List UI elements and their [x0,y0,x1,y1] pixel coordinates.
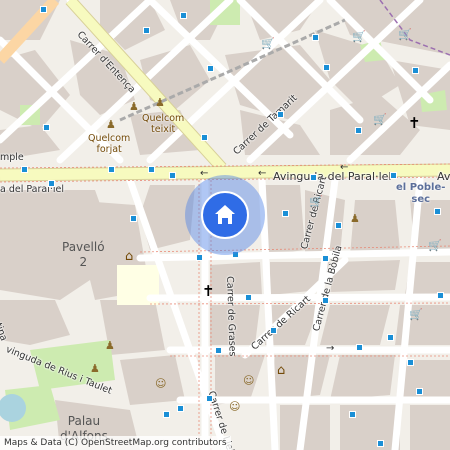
bus-stop-icon [335,222,342,229]
bus-stop-icon [356,344,363,351]
artwork-icon: ♟ [155,96,165,109]
cart-icon: 🛒 [428,239,442,252]
bus-stop-icon [270,327,277,334]
bus-stop-icon [196,254,203,261]
street-label-parallel-right: Av [437,170,450,183]
location-marker[interactable] [201,191,249,239]
artwork-icon: ♟ [129,100,139,113]
bus-stop-icon [206,395,213,402]
bus-stop-icon [108,166,115,173]
bus-stop-icon [322,297,329,304]
museum-icon: ⌂ [125,249,134,264]
bus-stop-icon [177,405,184,412]
bus-stop-icon [43,124,50,131]
poi-label-quelcom-forjat: Quelcom forjat [88,133,131,155]
bus-stop-icon [437,292,444,299]
poi-label-quelcom-teixit: Quelcom teixit [142,113,185,135]
district-label-poble-sec: el Poble- sec [396,182,446,205]
oneway-arrow-icon: ← [258,168,267,179]
cart-icon: 🛒 [373,113,387,126]
church-icon: ✝ [202,282,215,300]
place-label-pavello: Pavelló 2 [62,240,105,269]
theatre-icon: ☺ [229,400,241,413]
cart-icon: 🛒 [398,28,412,41]
bus-stop-icon [412,67,419,74]
oneway-arrow-icon: ← [200,168,209,179]
oneway-arrow-icon: ← [340,162,349,173]
bus-stop-icon [215,347,222,354]
bus-stop-icon [322,255,329,262]
artwork-icon: ♟ [350,212,360,225]
bus-stop-icon [282,210,289,217]
map-attribution[interactable]: Maps & Data (C) OpenStreetMap.org contri… [0,436,231,450]
bus-stop-icon [148,166,155,173]
theatre-icon: ☺ [155,377,167,390]
home-icon [215,205,235,224]
bus-stop-icon [169,172,176,179]
bus-stop-icon [349,411,356,418]
bus-stop-icon [201,134,208,141]
bus-stop-icon [377,440,384,447]
bus-stop-icon [143,27,150,34]
street-label-parallel: Avinguda del Paral·lel [273,170,392,183]
map[interactable]: Carrer d'Entença Carrer de Tamarit Aving… [0,0,450,450]
bus-stop-icon [21,166,28,173]
cart-icon: 🛒 [309,195,323,208]
bus-stop-icon [277,111,284,118]
artwork-icon: ♟ [90,362,100,375]
artwork-icon: ♟ [106,118,116,131]
bus-stop-icon [390,172,397,179]
bus-stop-icon [245,294,252,301]
bus-stop-icon [355,127,362,134]
bus-stop-icon [416,388,423,395]
cart-icon: 🛒 [261,37,275,50]
bus-stop-icon [407,359,414,366]
bus-stop-icon [130,215,137,222]
museum-icon: ⌂ [277,363,286,378]
oneway-arrow-icon: → [326,343,335,354]
street-label-grases: Carrer de Grases [224,275,238,357]
cart-icon: 🛒 [409,308,423,321]
church-icon: ✝ [408,114,421,132]
bus-stop-icon [387,334,394,341]
bus-stop-icon [312,34,319,41]
bus-stop-icon [207,65,214,72]
street-label-mple: mple [0,152,24,163]
bus-stop-icon [48,180,55,187]
bus-stop-icon [163,411,170,418]
bus-stop-icon [434,208,441,215]
bus-stop-icon [310,174,317,181]
artwork-icon: ♟ [105,339,115,352]
bus-stop-icon [180,12,187,19]
bus-stop-icon [323,64,330,71]
theatre-icon: ☺ [243,374,255,387]
bus-stop-icon [40,6,47,13]
cart-icon: 🛒 [352,30,366,43]
